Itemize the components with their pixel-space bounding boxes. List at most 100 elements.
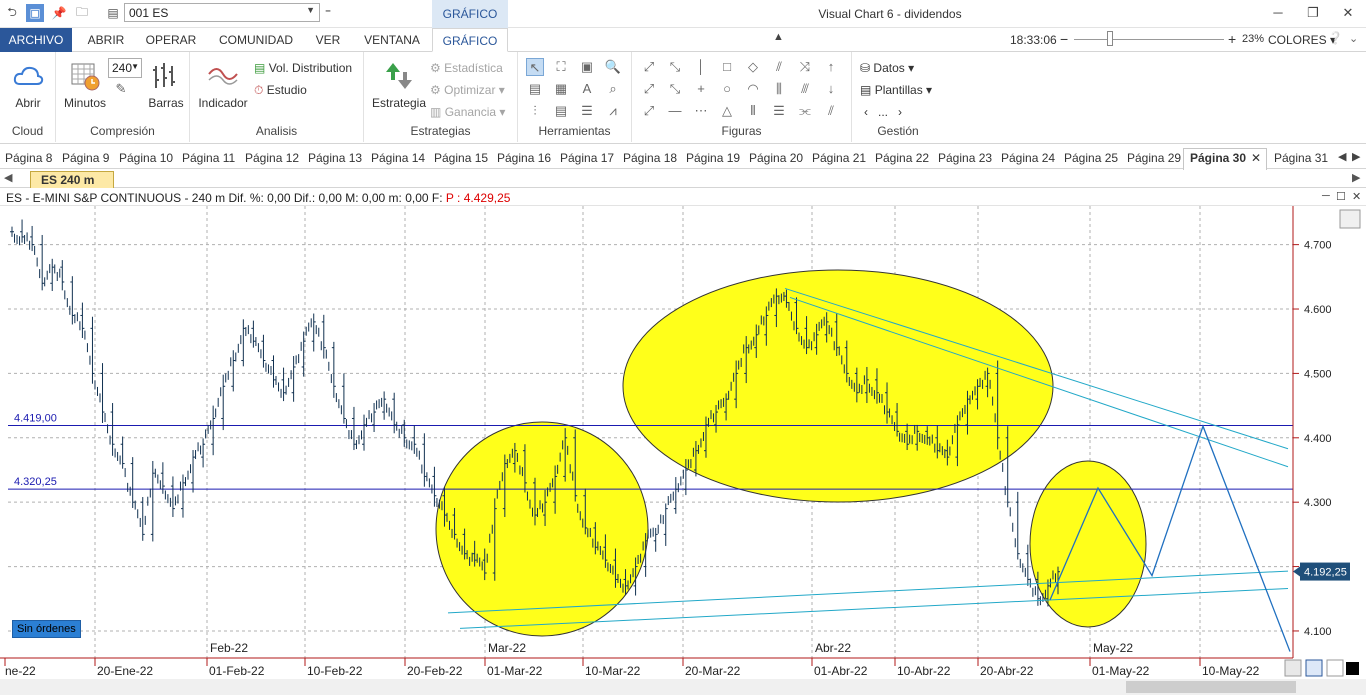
- measure-icon[interactable]: ⫶: [526, 102, 544, 120]
- vol-distribution-button[interactable]: ▤ Vol. Distribution: [254, 61, 352, 75]
- parallel-icon[interactable]: ⫼: [770, 80, 788, 98]
- page-tab[interactable]: Página 12: [245, 151, 299, 165]
- page-tab[interactable]: Página 20: [749, 151, 803, 165]
- fibonacci-icon[interactable]: ⫴: [744, 102, 762, 120]
- window-icon[interactable]: ▤: [526, 80, 544, 98]
- chart-maximize-icon[interactable]: ☐: [1336, 190, 1346, 203]
- page-tab[interactable]: Página 16: [497, 151, 551, 165]
- list-icon[interactable]: ☰: [578, 102, 596, 120]
- customize-icon[interactable]: ⁼: [322, 4, 334, 22]
- search-icon[interactable]: ⌕: [604, 80, 622, 98]
- chart-close-icon[interactable]: ✕: [1352, 190, 1361, 203]
- zoom-icon[interactable]: 🔍: [604, 58, 622, 76]
- regression-icon[interactable]: ⫘: [796, 102, 814, 120]
- tab-archivo[interactable]: ARCHIVO: [0, 28, 72, 52]
- scroll-right-icon[interactable]: ▶: [1352, 150, 1360, 163]
- fan-icon[interactable]: ⤨: [796, 58, 814, 76]
- workspace-icon[interactable]: ▣: [26, 4, 44, 22]
- help-icon[interactable]: ❔: [1328, 31, 1343, 45]
- diamond-icon[interactable]: ◇: [744, 58, 762, 76]
- estrategia-button[interactable]: Estrategia: [370, 60, 428, 110]
- text-icon[interactable]: A: [578, 80, 596, 98]
- page-tab[interactable]: Página 17: [560, 151, 614, 165]
- chevron-left-icon[interactable]: ◀: [4, 171, 12, 184]
- page-tab[interactable]: Página 24: [1001, 151, 1055, 165]
- channel-icon[interactable]: ⫽: [770, 58, 788, 76]
- table-icon[interactable]: ▤: [552, 102, 570, 120]
- chevron-down-icon[interactable]: ▼: [306, 5, 315, 15]
- arrow-up-icon[interactable]: ↑: [822, 58, 840, 76]
- tab-ventana[interactable]: VENTANA: [356, 28, 428, 52]
- segment-icon[interactable]: ⤢: [640, 102, 658, 120]
- crosshair-icon[interactable]: ⛶: [552, 58, 570, 76]
- save-icon[interactable]: ▤: [104, 4, 122, 22]
- page-tab[interactable]: Página 21: [812, 151, 866, 165]
- page-tab[interactable]: Página 31: [1274, 151, 1328, 165]
- zoom-slider[interactable]: [1074, 39, 1224, 40]
- page-tab[interactable]: Página 19: [686, 151, 740, 165]
- optimizar-button[interactable]: ⚙ Optimizar ▾: [430, 83, 505, 97]
- cycles-icon[interactable]: ⫽: [822, 102, 840, 120]
- tab-abrir[interactable]: ABRIR: [78, 28, 134, 52]
- ray-icon[interactable]: ⤡: [666, 58, 684, 76]
- pen-icon[interactable]: ✎: [112, 80, 130, 98]
- grid-icon[interactable]: ▦: [552, 80, 570, 98]
- zoom-slider-thumb[interactable]: [1107, 31, 1113, 46]
- pin-icon[interactable]: 📌: [50, 4, 68, 22]
- estudio-button[interactable]: ⏱ Estudio: [254, 83, 307, 98]
- page-tab[interactable]: Página 10: [119, 151, 173, 165]
- datos-button[interactable]: ⛁ Datos ▾: [860, 61, 914, 75]
- zoom-out-button[interactable]: −: [1060, 31, 1068, 47]
- open-folder-icon[interactable]: 🗀: [72, 4, 92, 22]
- page-tab[interactable]: Página 8: [5, 151, 52, 165]
- minimize-icon[interactable]: ─: [1268, 5, 1288, 20]
- trend-icon[interactable]: ⤢: [640, 80, 658, 98]
- page-tab[interactable]: Página 11: [182, 151, 235, 165]
- tab-operar[interactable]: OPERAR: [140, 28, 202, 52]
- chevron-left-icon[interactable]: ‹: [864, 105, 868, 119]
- vline-icon[interactable]: │: [692, 58, 710, 76]
- page-tab[interactable]: Página 15: [434, 151, 488, 165]
- colores-menu[interactable]: COLORES ▾: [1268, 33, 1336, 47]
- page-tab[interactable]: Página 25: [1064, 151, 1118, 165]
- doc-tab-es-240[interactable]: ES 240 m: [30, 171, 114, 188]
- restore-icon[interactable]: ❐: [1303, 5, 1323, 21]
- close-tab-icon[interactable]: ✕: [1251, 151, 1261, 165]
- sin-ordenes-badge[interactable]: Sin órdenes: [12, 620, 81, 638]
- arrow-down-icon[interactable]: ↓: [822, 80, 840, 98]
- select-icon[interactable]: ▣: [578, 58, 596, 76]
- page-tab[interactable]: Página 29: [1127, 151, 1181, 165]
- estadistica-button[interactable]: ⚙ Estadística: [430, 61, 503, 75]
- compression-value-select[interactable]: 240 ▼: [108, 58, 142, 78]
- scroll-left-icon[interactable]: ◀: [1338, 150, 1346, 163]
- back-icon[interactable]: ⮌: [3, 4, 21, 22]
- hline-icon[interactable]: —: [666, 102, 684, 120]
- circle-icon[interactable]: ○: [718, 80, 736, 98]
- page-tab[interactable]: Página 23: [938, 151, 992, 165]
- arc-icon[interactable]: ◠: [744, 80, 762, 98]
- page-tab[interactable]: Página 14: [371, 151, 425, 165]
- pitchfork-icon[interactable]: ⫻: [796, 80, 814, 98]
- page-tab[interactable]: Página 30: [1190, 151, 1246, 165]
- tab-comunidad[interactable]: COMUNIDAD: [210, 28, 302, 52]
- gann-icon[interactable]: ☰: [770, 102, 788, 120]
- barras-button[interactable]: Barras: [144, 60, 188, 110]
- collapse-ribbon-icon[interactable]: ▲: [773, 31, 784, 43]
- plantillas-button[interactable]: ▤ Plantillas ▾: [860, 83, 932, 97]
- cloud-open-button[interactable]: Abrir: [8, 60, 48, 110]
- tab-grafico[interactable]: GRÁFICO: [432, 28, 508, 52]
- chart-minimize-icon[interactable]: ─: [1322, 190, 1330, 202]
- page-tab[interactable]: Página 22: [875, 151, 929, 165]
- symbol-input[interactable]: 001 ES ▼: [124, 3, 320, 22]
- chevron-right-icon[interactable]: ▶: [1352, 171, 1360, 184]
- rectangle-icon[interactable]: □: [718, 58, 736, 76]
- minutos-button[interactable]: Minutos: [62, 60, 108, 110]
- zoom-in-button[interactable]: +: [1228, 31, 1236, 47]
- extended-line-icon[interactable]: ⤡: [666, 80, 684, 98]
- ganancia-button[interactable]: ▥ Ganancia ▾: [430, 105, 505, 119]
- page-tab[interactable]: Página 9: [62, 151, 109, 165]
- tab-ver[interactable]: VER: [308, 28, 348, 52]
- page-tab[interactable]: Página 18: [623, 151, 677, 165]
- chevron-right-icon[interactable]: ›: [898, 105, 902, 119]
- line-icon[interactable]: ⤢: [640, 58, 658, 76]
